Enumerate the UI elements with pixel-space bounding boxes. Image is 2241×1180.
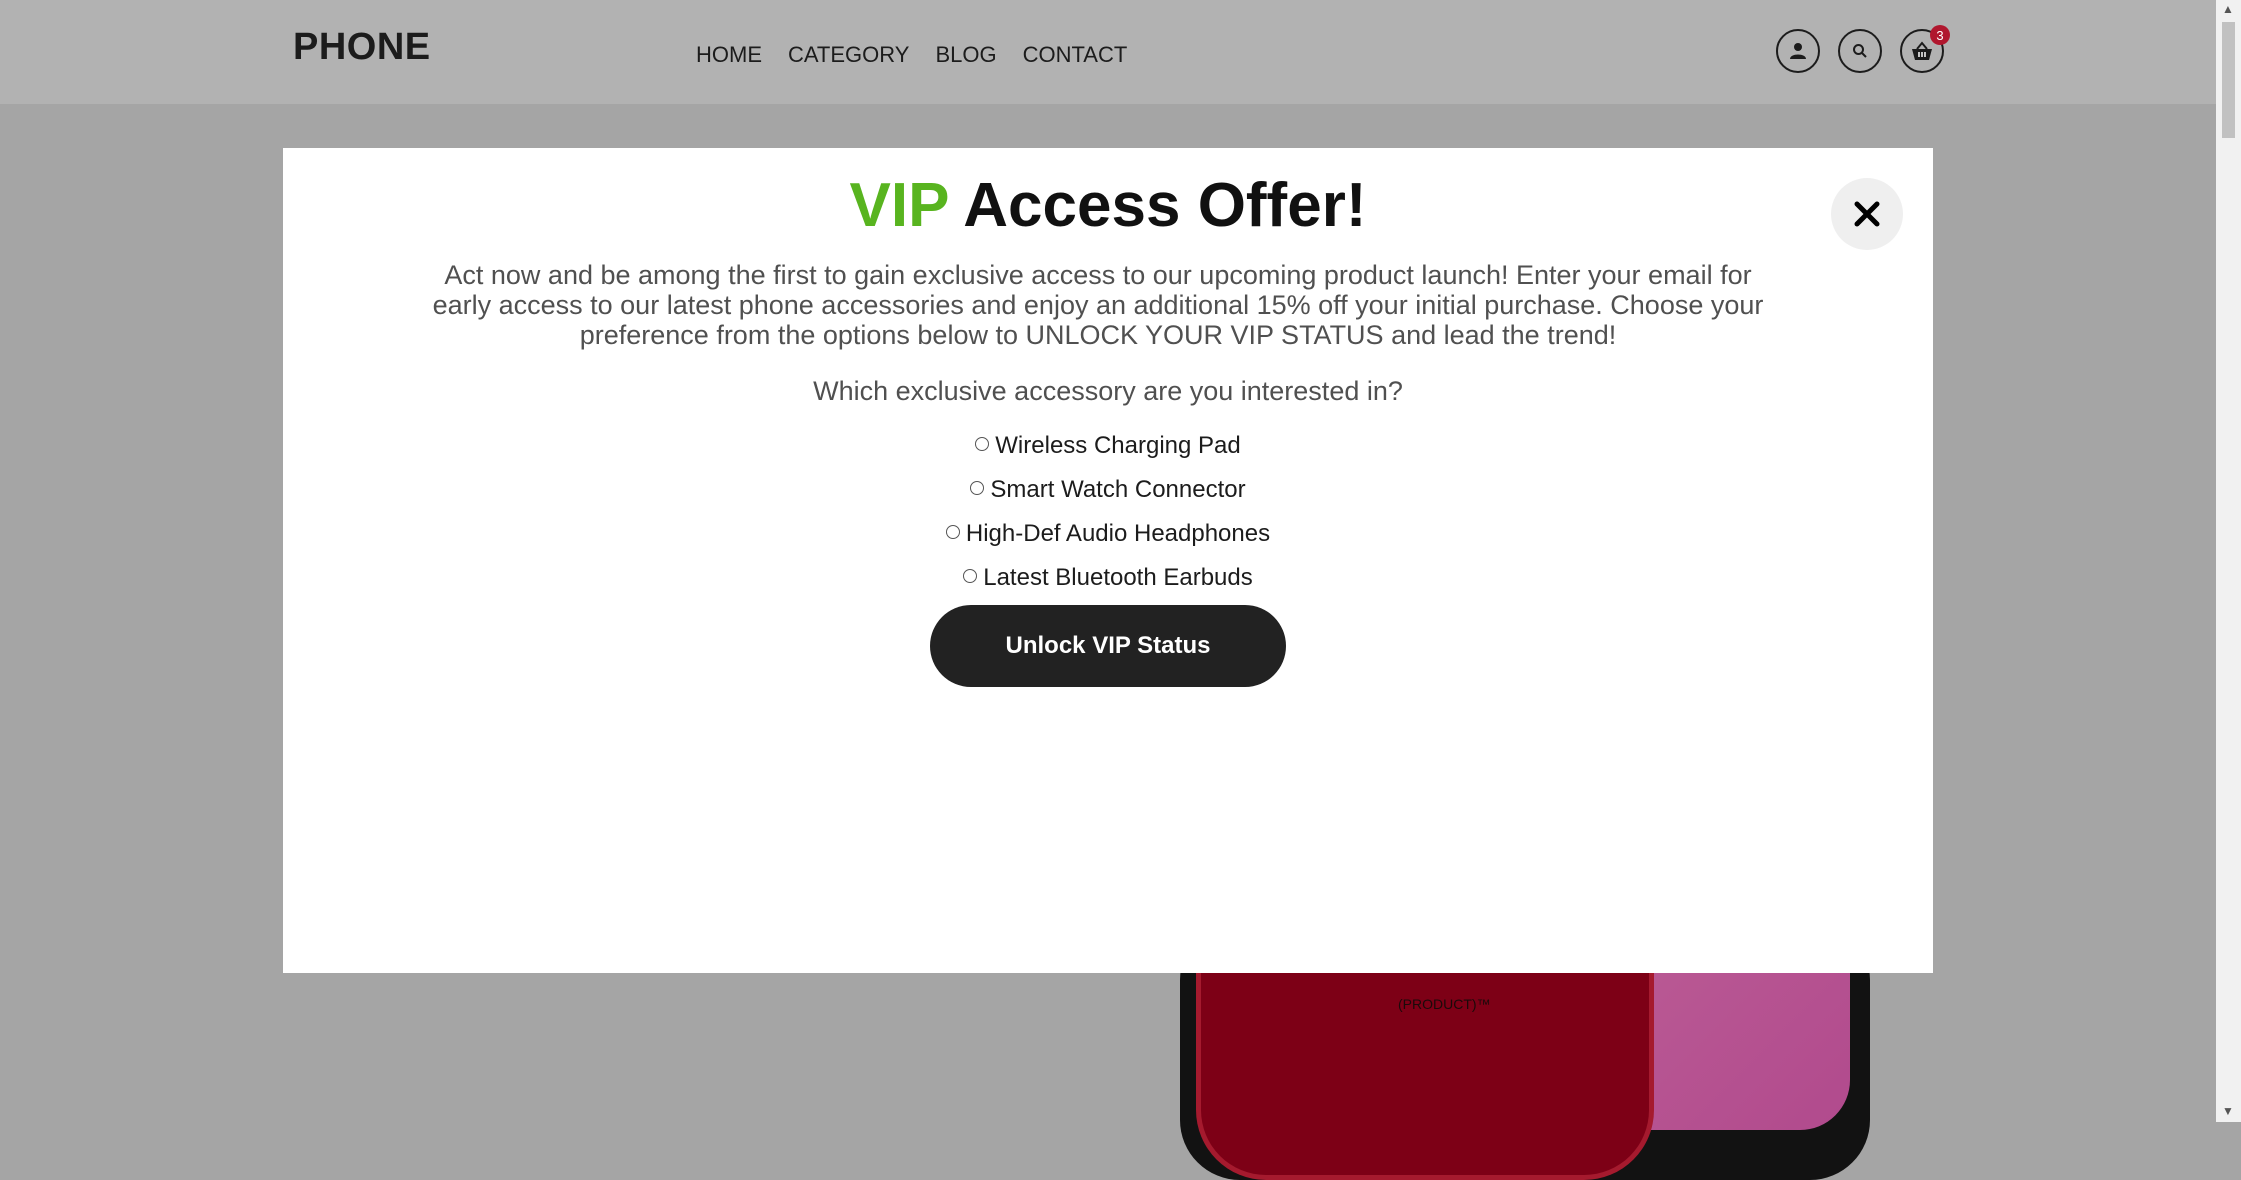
user-icon: [1790, 43, 1806, 59]
radio-button[interactable]: [970, 481, 985, 495]
option-latest-bluetooth-earbuds[interactable]: Latest Bluetooth Earbuds: [283, 556, 1933, 600]
product-red-mark: (PRODUCT)™: [1398, 996, 1491, 1012]
search-button[interactable]: [1838, 29, 1882, 73]
radio-button[interactable]: [945, 525, 960, 539]
modal-description: Act now and be among the first to gain e…: [432, 260, 1764, 350]
close-button[interactable]: [1831, 178, 1903, 250]
scroll-up-icon[interactable]: ▲: [2222, 2, 2234, 16]
option-label: High-Def Audio Headphones: [965, 520, 1271, 547]
page-scrollbar[interactable]: ▲ ▼: [2216, 0, 2241, 1122]
option-smart-watch-connector[interactable]: Smart Watch Connector: [283, 468, 1933, 512]
accessory-question: Which exclusive accessory are you intere…: [813, 376, 1403, 406]
nav-contact[interactable]: CONTACT: [1023, 42, 1128, 68]
vip-offer-modal: VIP Access Offer! Act now and be among t…: [283, 148, 1933, 973]
accessory-options: Wireless Charging Pad Smart Watch Connec…: [283, 424, 1933, 600]
scroll-thumb[interactable]: [2222, 22, 2235, 138]
site-header: PHONE HOME CATEGORY BLOG CONTACT 3: [0, 0, 2216, 104]
nav-blog[interactable]: BLOG: [935, 42, 996, 68]
radio-button[interactable]: [963, 569, 978, 583]
modal-title: VIP Access Offer!: [283, 170, 1933, 241]
radio-button[interactable]: [975, 437, 990, 451]
option-label: Wireless Charging Pad: [995, 432, 1241, 459]
modal-title-accent: VIP: [849, 171, 949, 240]
account-button[interactable]: [1776, 29, 1820, 73]
option-high-def-audio-headphones[interactable]: High-Def Audio Headphones: [283, 512, 1933, 556]
modal-title-rest: Access Offer!: [963, 171, 1367, 240]
option-wireless-charging-pad[interactable]: Wireless Charging Pad: [283, 424, 1933, 468]
close-icon: [1854, 201, 1880, 227]
nav-home[interactable]: HOME: [696, 42, 762, 68]
cart-button[interactable]: 3: [1900, 25, 1950, 73]
site-logo[interactable]: PHONE: [293, 26, 431, 69]
main-nav: HOME CATEGORY BLOG CONTACT: [696, 42, 1127, 68]
unlock-vip-button[interactable]: Unlock VIP Status: [930, 605, 1286, 687]
nav-category[interactable]: CATEGORY: [788, 42, 909, 68]
scroll-down-icon[interactable]: ▼: [2222, 1104, 2234, 1118]
basket-icon: [1912, 41, 1932, 60]
search-icon: [1853, 44, 1867, 58]
cart-count-badge: 3: [1930, 25, 1950, 45]
option-label: Latest Bluetooth Earbuds: [983, 564, 1253, 591]
option-label: Smart Watch Connector: [990, 476, 1246, 503]
